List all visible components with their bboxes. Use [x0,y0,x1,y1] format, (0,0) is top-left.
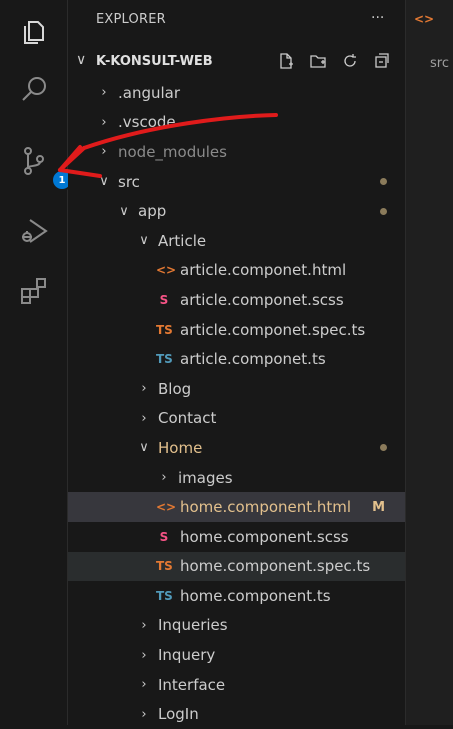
folder-row[interactable]: ∨ Home [68,433,405,463]
tree-item-label: article.componet.ts [180,350,326,369]
tree-item-label: src [118,172,140,191]
source-control-icon[interactable]: 1 [13,140,73,191]
scss-file-icon: S [159,292,169,307]
tree-item-label: node_modules [118,142,227,161]
chevron-down-icon: ∨ [119,203,129,219]
tree-item-label: .vscode [118,113,176,132]
chevron-right-icon: › [101,85,107,101]
files-icon[interactable] [13,10,55,52]
file-row[interactable]: TS home.component.spec.ts [68,551,405,582]
file-row[interactable]: TS article.componet.ts [68,344,405,374]
more-actions-button[interactable]: ··· [371,10,384,26]
tree-item-label: Contact [158,409,217,428]
tree-item-label: Inquery [158,646,216,665]
tree-item-label: Home [158,438,203,457]
folder-row[interactable]: › images [68,463,405,493]
modified-dot [380,444,387,452]
folder-row[interactable]: › Interface [68,670,405,700]
editor-area: <> src [406,0,453,725]
tree-item-label: home.component.html [180,498,352,517]
file-row[interactable]: TS article.componet.spec.ts [68,315,405,345]
folder-row[interactable]: › Blog [68,374,405,404]
extensions-icon[interactable] [13,270,55,312]
tree-item-label: Interface [158,675,226,694]
tree-item-label: article.componet.spec.ts [180,320,366,339]
run-debug-icon[interactable] [13,210,55,252]
chevron-right-icon: › [141,677,147,693]
file-row[interactable]: Sarticle.componet.scss [68,285,405,315]
tree-item-label: Article [158,231,207,250]
chevron-right-icon: › [161,470,167,486]
html-file-icon[interactable]: <> [414,12,434,26]
tree-item-label: article.componet.html [180,261,347,280]
folder-row[interactable]: › Inquery [68,640,405,670]
scss-file-icon: S [159,529,169,544]
folder-row[interactable]: ∨ Article [68,226,405,256]
chevron-right-icon: › [141,617,147,633]
folder-row[interactable]: ∨ app [68,196,405,226]
tree-item-label: home.component.scss [180,527,349,546]
spec-file-icon: TS [156,559,173,574]
chevron-down-icon: ∨ [76,52,87,68]
folder-row[interactable]: › .angular [68,78,405,108]
refresh-icon[interactable] [340,51,360,71]
html-file-icon: <> [156,263,177,278]
folder-row[interactable]: › .vscode [68,108,405,138]
search-icon[interactable] [13,68,55,110]
modified-dot [380,178,387,186]
folder-row[interactable]: ∨ src [68,167,405,197]
file-row[interactable]: <> article.componet.html [68,256,405,286]
chevron-down-icon: ∨ [99,174,109,190]
tree-item-label: app [138,202,167,221]
new-file-icon[interactable] [276,51,296,71]
ts-file-icon: TS [156,352,173,367]
explorer-title: EXPLORER [96,12,166,27]
project-section-header[interactable]: ∨ K-KONSULT-WEB [68,49,405,75]
file-row[interactable]: TS home.component.ts [68,581,405,611]
collapse-all-icon[interactable] [372,51,392,71]
chevron-down-icon: ∨ [139,440,149,456]
project-name: K-KONSULT-WEB [96,54,213,69]
explorer-sidebar: EXPLORER ··· ∨ K-KONSULT-WEB › .angular ›.… [68,0,406,725]
html-file-icon: <> [156,500,177,515]
folder-row[interactable]: › node_modules [68,137,405,167]
chevron-right-icon: › [141,706,147,722]
new-folder-icon[interactable] [308,51,328,71]
folder-row[interactable]: › Contact [68,404,405,434]
chevron-down-icon: ∨ [139,233,149,249]
chevron-right-icon: › [141,381,147,397]
tree-item-label: Inqueries [158,616,228,635]
activity-bar: 1 [0,0,73,725]
chevron-right-icon: › [101,144,107,160]
breadcrumb[interactable]: src [430,56,449,71]
folder-row[interactable]: › Inqueries [68,611,405,641]
tree-item-label: .angular [118,83,181,102]
modified-dot [380,207,387,215]
chevron-right-icon: › [141,647,147,663]
file-row[interactable]: Shome.component.scss [68,522,405,552]
chevron-right-icon: › [141,410,147,426]
tree-item-label: Blog [158,379,192,398]
tree-item-label: images [178,468,233,487]
file-row[interactable]: <> home.component.html M [68,492,405,522]
file-tree: › .angular › .vscode › node_modules ∨ src ∨ app ∨ A… [68,78,405,729]
chevron-right-icon: › [101,114,107,130]
git-status-badge: M [372,499,385,515]
ts-file-icon: TS [156,588,173,603]
tree-item-label: LogIn [158,705,199,724]
tree-item-label: article.componet.scss [180,290,344,309]
tree-item-label: home.component.spec.ts [180,557,371,576]
tree-item-label: home.component.ts [180,586,331,605]
spec-file-icon: TS [156,322,173,337]
